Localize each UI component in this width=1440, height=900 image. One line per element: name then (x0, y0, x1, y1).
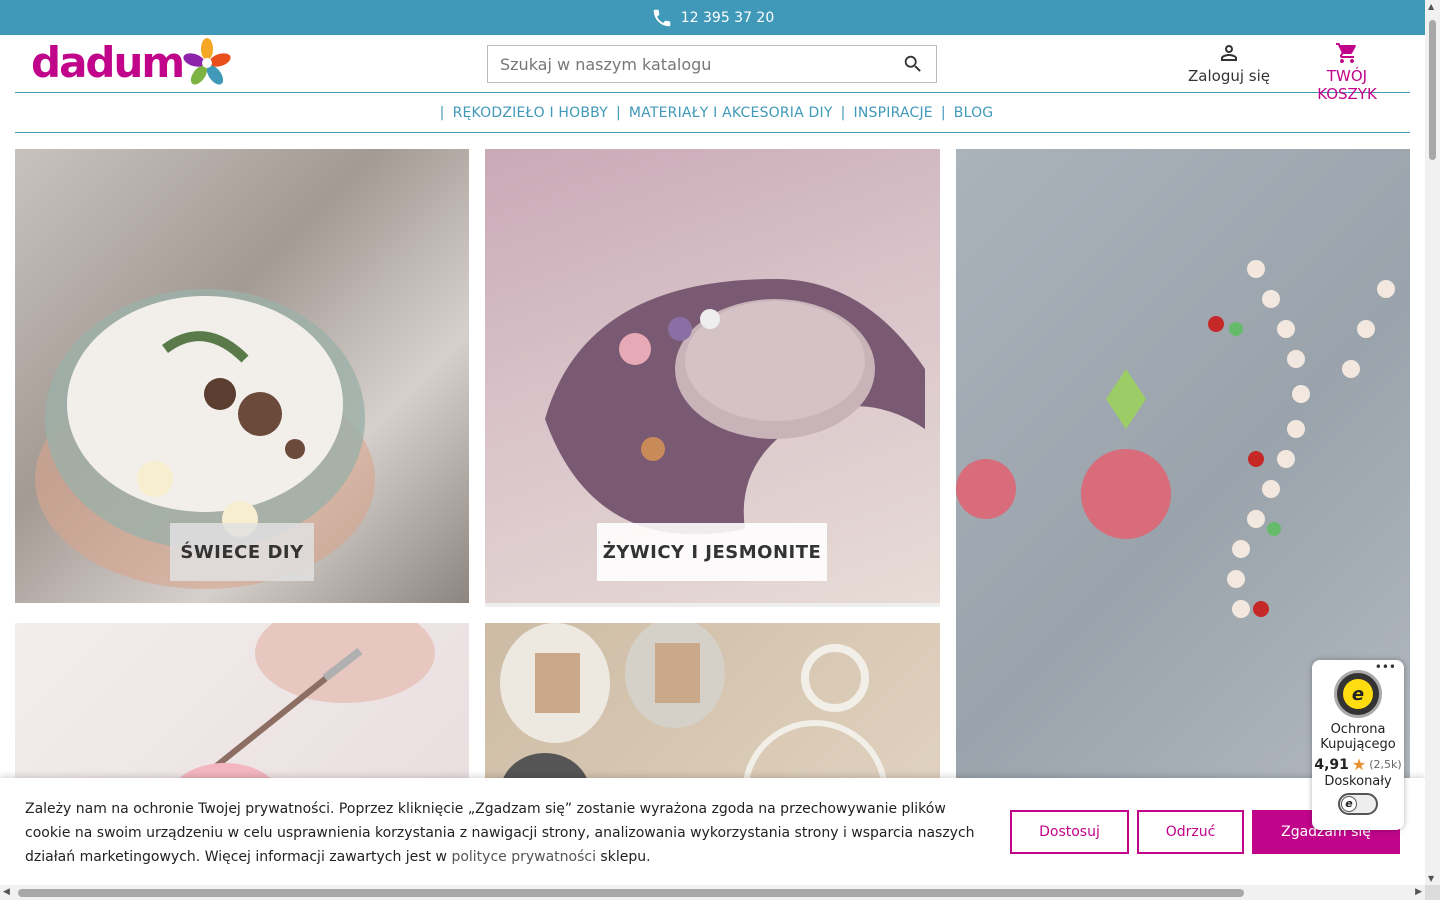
tile-divider (485, 603, 940, 607)
cookie-message: Zależy nam na ochronie Twojej prywatnośc… (25, 797, 985, 869)
nav-item-handmade-hobby[interactable]: RĘKODZIEŁO I HOBBY (453, 105, 608, 121)
trusted-shops-seal-icon: e (1334, 670, 1382, 718)
search-icon[interactable] (902, 53, 924, 75)
reject-button[interactable]: Odrzuć (1137, 810, 1244, 854)
scroll-right-icon[interactable]: ▶ (1415, 887, 1422, 897)
nav-item-blog[interactable]: BLOG (954, 105, 994, 121)
search-input[interactable] (500, 54, 902, 74)
badge-rating: 4,91 ★ (2,5k) (1312, 755, 1404, 774)
rating-grade: Doskonały (1324, 774, 1392, 789)
cart-icon (1336, 43, 1356, 63)
toggle-letter: e (1341, 796, 1357, 812)
login-label: Zaloguj się (1188, 67, 1270, 85)
badge-title: Ochrona Kupującego (1320, 722, 1396, 752)
phone-number[interactable]: 12 395 37 20 (681, 10, 775, 26)
rating-score: 4,91 (1314, 756, 1349, 773)
horizontal-scrollbar[interactable]: ◀ ▶ (0, 885, 1425, 900)
site-header: dadum Zaloguj się TWÓJ KOSZYK (15, 35, 1410, 103)
cookie-text-end: sklepu. (595, 849, 651, 865)
login-link[interactable]: Zaloguj się (1185, 41, 1273, 85)
privacy-policy-link[interactable]: polityce prywatności (451, 849, 596, 865)
main-nav: | RĘKODZIEŁO I HOBBY | MATERIAŁY I AKCES… (15, 93, 1410, 133)
scroll-down-icon[interactable]: ▼ (1428, 874, 1434, 883)
user-icon (1221, 45, 1237, 61)
scroll-left-icon[interactable]: ◀ (3, 887, 10, 897)
top-contact-bar: 12 395 37 20 (0, 0, 1425, 35)
phone-icon (653, 9, 670, 26)
search-bar (487, 45, 937, 83)
cookie-consent-banner: Zależy nam na ochronie Twojej prywatnośc… (0, 778, 1425, 885)
nav-separator: | (615, 104, 621, 121)
rating-count: (2,5k) (1369, 758, 1402, 771)
dadum-logo[interactable]: dadum (31, 37, 236, 93)
scrollbar-corner (1425, 885, 1440, 900)
star-icon: ★ (1351, 755, 1367, 774)
customize-button[interactable]: Dostosuj (1010, 810, 1129, 854)
nav-separator: | (840, 104, 846, 121)
tile-caption-candles[interactable]: ŚWIECE DIY (170, 523, 314, 581)
badge-toggle[interactable]: e (1338, 793, 1378, 815)
seal-letter: e (1343, 679, 1373, 709)
trusted-shops-badge[interactable]: ••• e Ochrona Kupującego 4,91 ★ (2,5k) D… (1312, 660, 1404, 830)
tile-caption-resin[interactable]: ŻYWICY I JESMONITE (597, 523, 827, 581)
vertical-scroll-thumb[interactable] (1429, 20, 1436, 160)
badge-menu-icon[interactable]: ••• (1375, 660, 1396, 674)
nav-separator: | (940, 104, 946, 121)
scroll-up-icon[interactable]: ▲ (1428, 2, 1434, 11)
nav-separator: | (439, 104, 445, 121)
svg-text:dadum: dadum (31, 38, 183, 87)
nav-item-diy-materials[interactable]: MATERIAŁY I AKCESORIA DIY (629, 105, 833, 121)
horizontal-scroll-thumb[interactable] (18, 889, 1244, 897)
nav-item-inspirations[interactable]: INSPIRACJE (854, 105, 933, 121)
vertical-scrollbar[interactable]: ▲ ▼ (1425, 0, 1440, 885)
